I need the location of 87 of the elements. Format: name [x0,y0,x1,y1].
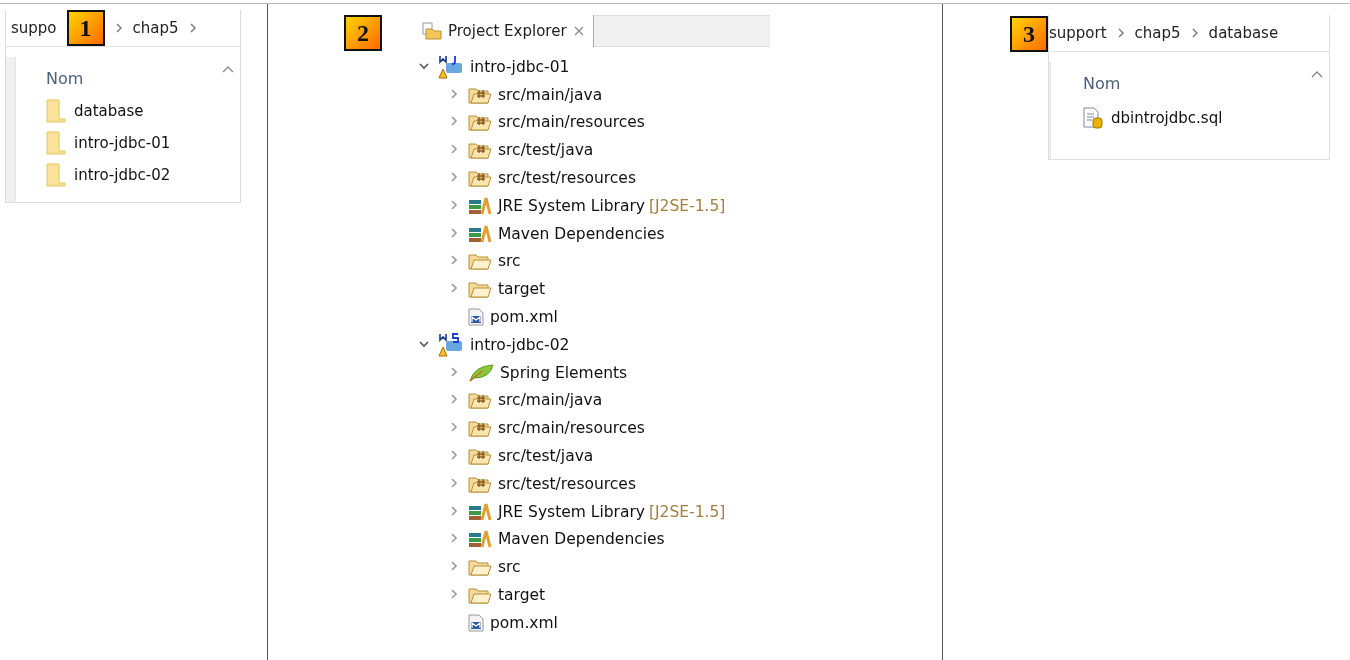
tree-item-decoration: [J2SE-1.5] [649,196,726,215]
package-folder-icon [468,419,492,438]
package-folder-icon [468,141,492,160]
expand-chevron-icon[interactable] [448,282,460,295]
expand-chevron-icon[interactable] [448,198,460,211]
tree-item-decoration: [J2SE-1.5] [649,502,726,521]
expand-chevron-icon[interactable] [448,476,460,489]
chevron-icon [114,23,123,33]
package-folder-icon [468,113,492,132]
package-folder-icon [468,85,492,104]
tree-item-label[interactable]: intro-jdbc-02 [470,335,570,354]
tree-item-label[interactable]: Maven Dependencies [498,224,665,243]
package-folder-icon [468,474,492,493]
package-folder-icon [468,391,492,410]
database-file-icon [1083,107,1103,129]
expand-chevron-icon[interactable] [448,226,460,239]
step-number-badge: 1 [66,10,105,46]
file-name[interactable]: intro-jdbc-01 [74,134,171,152]
sort-caret-icon [1311,70,1323,78]
tree-item-label[interactable]: JRE System Library [498,502,645,521]
expand-chevron-icon[interactable] [448,421,460,434]
library-icon [468,224,492,243]
expand-chevron-icon[interactable] [448,365,460,378]
maven-file-icon [468,613,484,632]
chevron-icon [1190,28,1199,38]
expand-chevron-icon[interactable] [448,560,460,573]
folder-icon [46,163,66,187]
library-icon [468,530,492,549]
tree-item-label[interactable]: src [498,252,521,271]
step-number-badge: 2 [344,15,382,51]
breadcrumb-item[interactable]: chap5 [1134,24,1181,42]
expand-chevron-icon[interactable] [448,115,460,128]
tree-item-label[interactable]: Spring Elements [500,363,628,382]
breadcrumb-item[interactable]: chap5 [132,19,179,37]
folder-icon [468,586,492,605]
tree-item-label[interactable]: intro-jdbc-01 [470,57,570,76]
expand-chevron-icon[interactable] [448,171,460,184]
chevron-icon [1116,28,1125,38]
library-icon [468,196,492,215]
tree-item-label[interactable]: src/main/java [498,85,603,104]
sort-caret-icon [222,65,234,73]
package-folder-icon [468,447,492,466]
folder-icon [422,22,442,40]
expand-chevron-icon[interactable] [448,254,460,267]
maven-file-icon [468,308,484,327]
tree-item-label[interactable]: src/main/java [498,391,603,410]
breadcrumb-item[interactable]: suppo [11,19,57,37]
tree-item-label[interactable]: src/main/resources [498,113,645,132]
tree-item-label[interactable]: src/test/resources [498,474,636,493]
column-header[interactable]: Nom [46,69,84,88]
expand-chevron-icon[interactable] [448,393,460,406]
breadcrumb-item[interactable]: database [1208,24,1279,42]
breadcrumb-item[interactable]: support [1049,24,1107,42]
column-header[interactable]: Nom [1083,74,1121,93]
folder-icon [468,558,492,577]
tree-item-label[interactable]: src [498,558,521,577]
folder-icon [46,131,66,155]
expand-chevron-icon[interactable] [448,449,460,462]
tree-item-label[interactable]: JRE System Library [498,196,645,215]
folder-icon [468,280,492,299]
file-name[interactable]: dbintrojdbc.sql [1111,109,1223,127]
tree-item-label[interactable]: src/test/resources [498,169,636,188]
step-number-badge: 3 [1010,16,1048,52]
tree-item-label[interactable]: pom.xml [490,613,558,632]
folder-icon [46,99,66,123]
tree-item-label[interactable]: src/test/java [498,447,594,466]
chevron-icon [188,23,197,33]
leaf-icon [468,363,494,382]
tree-item-label[interactable]: pom.xml [490,308,558,327]
close-icon[interactable] [572,25,585,37]
project-icon [438,54,464,79]
file-name[interactable]: database [74,102,144,120]
package-folder-icon [468,169,492,188]
tree-item-label[interactable]: src/main/resources [498,419,645,438]
tree-item-label[interactable]: target [498,280,546,299]
tree-item-label[interactable]: target [498,586,546,605]
tree-item-label[interactable]: Maven Dependencies [498,530,665,549]
file-name[interactable]: intro-jdbc-02 [74,166,171,184]
expand-chevron-icon[interactable] [448,87,460,100]
expand-chevron-icon[interactable] [448,588,460,601]
folder-icon [468,252,492,271]
expand-chevron-icon[interactable] [448,504,460,517]
expand-chevron-icon[interactable] [448,532,460,545]
tree-item-label[interactable]: src/test/java [498,141,594,160]
library-icon [468,502,492,521]
project-icon [438,332,464,357]
expand-chevron-icon[interactable] [448,143,460,156]
